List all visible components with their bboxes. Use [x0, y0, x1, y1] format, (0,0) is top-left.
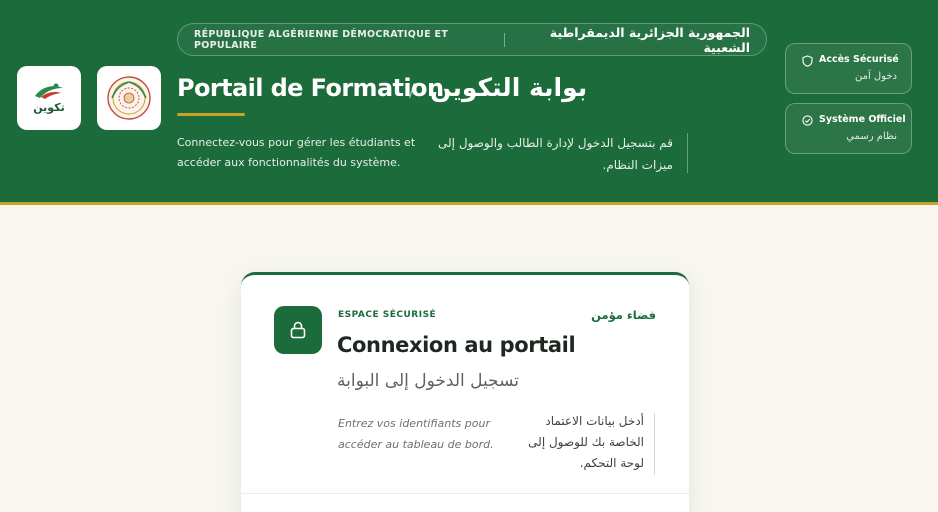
secure-space-label-ar: فضاء مؤمن	[591, 308, 656, 322]
takwin-emblem-icon	[35, 83, 63, 99]
ministry-seal-icon	[107, 76, 151, 120]
card-subtitle-ar: تسجيل الدخول إلى البوابة	[337, 371, 520, 391]
card-title: Connexion au portail	[337, 333, 576, 357]
hint-divider	[654, 413, 655, 475]
secure-space-label-fr: ESPACE SÉCURISÉ	[338, 310, 437, 320]
page-title-fr: Portail de Formation	[177, 74, 444, 102]
takwin-logo-text: تكوين	[33, 101, 65, 114]
badge-subtitle: دخول آمن	[855, 71, 897, 82]
login-card: ESPACE SÉCURISÉ فضاء مؤمن Connexion au p…	[241, 272, 689, 512]
ministry-seal-logo	[97, 66, 161, 130]
secure-access-badge: Accès Sécurisé دخول آمن	[785, 43, 912, 94]
lock-icon-box	[274, 306, 322, 354]
card-hint-fr: Entrez vos identifiants pour accéder au …	[338, 417, 494, 451]
header-banner: RÉPUBLIQUE ALGÉRIENNE DÉMOCRATIQUE ET PO…	[0, 0, 938, 205]
takwin-logo: تكوين	[17, 66, 81, 130]
official-system-badge: Système Officiel نظام رسمي	[785, 103, 912, 154]
shield-icon	[802, 55, 813, 67]
republic-divider	[503, 32, 505, 47]
badge-subtitle: نظام رسمي	[846, 131, 897, 142]
header-description-ar: قم بتسجيل الدخول لإدارة الطالب والوصول إ…	[438, 136, 673, 172]
header-description-fr: Connectez-vous pour gérer les étudiants …	[177, 136, 416, 169]
republic-name-fr: RÉPUBLIQUE ALGÉRIENNE DÉMOCRATIQUE ET PO…	[194, 28, 449, 51]
badge-title: Système Officiel	[819, 114, 906, 125]
description-divider	[687, 133, 688, 173]
badge-title: Accès Sécurisé	[819, 54, 899, 65]
republic-pill: RÉPUBLIQUE ALGÉRIENNE DÉMOCRATIQUE ET PO…	[177, 23, 767, 56]
title-separator: /	[409, 80, 416, 101]
card-divider	[241, 493, 689, 494]
lock-icon	[290, 321, 306, 339]
card-hint-ar: أدخل بيانات الاعتماد الخاصة بك للوصول إل…	[528, 414, 644, 470]
title-underline	[177, 113, 245, 116]
check-circle-icon	[802, 115, 813, 126]
page-title-ar: بوابة التكوين	[430, 73, 588, 102]
republic-name-ar: الجمهورية الجزائرية الديمقراطية الشعبية	[549, 24, 750, 55]
